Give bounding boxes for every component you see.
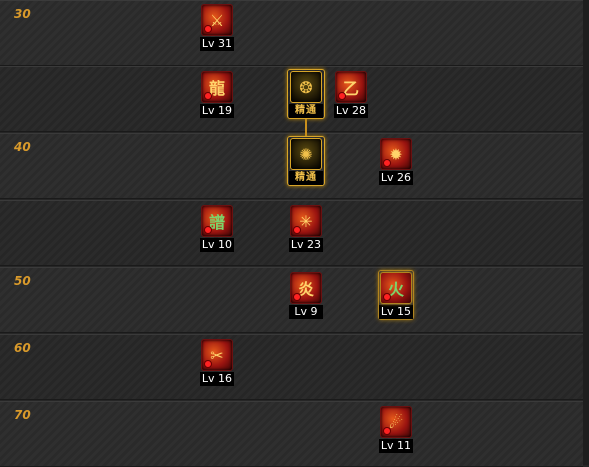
skill-node[interactable]: 炎 Lv 9 xyxy=(289,272,323,319)
mastery-connector xyxy=(305,117,307,137)
skill-node[interactable]: 龍 Lv 19 xyxy=(200,71,234,118)
tier-row: 30 xyxy=(0,0,583,66)
tier-row: 70 xyxy=(0,401,583,467)
tier-level-label: 40 xyxy=(14,140,31,154)
skill-node-mastery[interactable]: ✺ 精通 xyxy=(289,138,323,185)
skill-level-label: Lv 31 xyxy=(200,37,234,51)
tier-level-label: 70 xyxy=(14,408,31,422)
skill-level-label: Lv 15 xyxy=(379,305,413,319)
tier-level-label: 60 xyxy=(14,341,31,355)
tier-row: 60 xyxy=(0,334,583,400)
skill-level-label: Lv 28 xyxy=(334,104,368,118)
dragon-coil-icon: 乙 xyxy=(335,71,367,103)
mastery-label: 精通 xyxy=(289,104,323,118)
sword-slash-icon: ⚔ xyxy=(201,4,233,36)
skill-node[interactable]: ✹ Lv 26 xyxy=(379,138,413,185)
explosion-icon: ✳ xyxy=(290,205,322,237)
skill-level-label: Lv 9 xyxy=(289,305,323,319)
phoenix-icon: ✹ xyxy=(380,138,412,170)
skill-node[interactable]: 譜 Lv 10 xyxy=(200,205,234,252)
mastery-label: 精通 xyxy=(289,171,323,185)
skill-level-label: Lv 16 xyxy=(200,372,234,386)
twin-blade-icon: ✂ xyxy=(201,339,233,371)
fire-circle-icon: 火 xyxy=(380,272,412,304)
dragon-strike-icon: 龍 xyxy=(201,71,233,103)
mastery-dragon-icon: ❂ xyxy=(290,71,322,103)
skill-node[interactable]: ✂ Lv 16 xyxy=(200,339,234,386)
skill-level-label: Lv 23 xyxy=(289,238,323,252)
skill-node[interactable]: ⚔ Lv 31 xyxy=(200,4,234,51)
tier-level-label: 30 xyxy=(14,7,31,21)
skill-node[interactable]: ✳ Lv 23 xyxy=(289,205,323,252)
skill-node[interactable]: 火 Lv 15 xyxy=(379,272,413,319)
flame-slash-icon: ☄ xyxy=(380,406,412,438)
skill-tree: 30 40 50 60 70 ⚔ Lv 31 龍 Lv 19 ❂ 精通 乙 Lv… xyxy=(0,0,589,467)
skill-level-label: Lv 26 xyxy=(379,171,413,185)
fire-wave-icon: 炎 xyxy=(290,272,322,304)
skill-level-label: Lv 10 xyxy=(200,238,234,252)
tier-level-label: 50 xyxy=(14,274,31,288)
skill-level-label: Lv 19 xyxy=(200,104,234,118)
skill-node[interactable]: ☄ Lv 11 xyxy=(379,406,413,453)
seal-script-icon: 譜 xyxy=(201,205,233,237)
scrollbar[interactable] xyxy=(583,0,589,465)
skill-level-label: Lv 11 xyxy=(379,439,413,453)
skill-node[interactable]: 乙 Lv 28 xyxy=(334,71,368,118)
mastery-orb-icon: ✺ xyxy=(290,138,322,170)
skill-node-mastery[interactable]: ❂ 精通 xyxy=(289,71,323,118)
